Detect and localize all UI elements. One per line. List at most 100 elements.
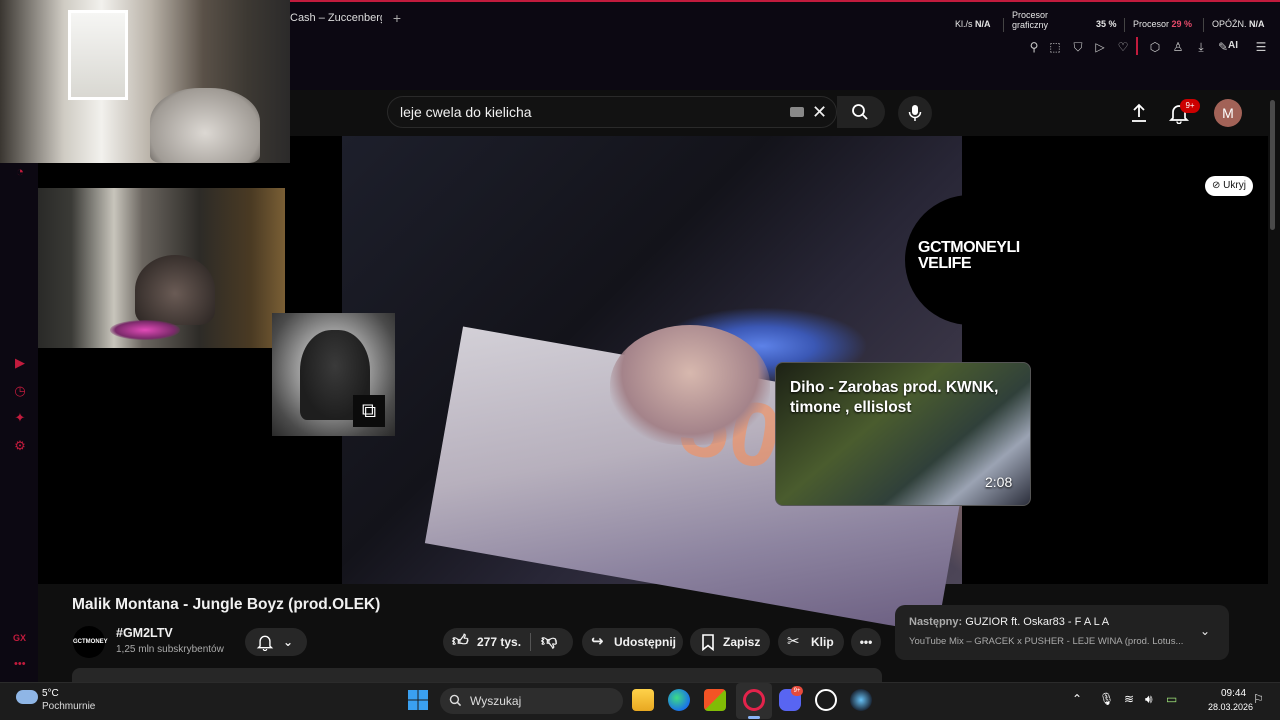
clip-button[interactable]: ✂ Klip — [778, 628, 844, 656]
like-dislike-group: 👍︎ 277 tys. 👎︎ — [443, 628, 573, 656]
upload-icon[interactable] — [1128, 102, 1150, 124]
user-icon[interactable]: ♙ — [1170, 39, 1186, 55]
pin-icon[interactable]: ⚲ — [1026, 39, 1042, 55]
store-icon[interactable] — [704, 689, 726, 711]
account-avatar[interactable]: M — [1214, 99, 1242, 127]
search-button[interactable] — [837, 96, 885, 128]
sidebar-control-icon[interactable]: ◔ — [12, 164, 28, 180]
gaming-app-icon[interactable] — [815, 689, 837, 711]
active-indicator — [748, 716, 760, 719]
stat-fps-value: N/A — [975, 19, 991, 29]
microphone-icon[interactable]: 🎙︎ — [1099, 692, 1114, 706]
search-icon — [449, 694, 462, 707]
endcard-title[interactable]: Diho - Zarobas prod. KWNK, timone , elli… — [790, 378, 1020, 418]
stat-cpu: Procesor 29 % — [1133, 19, 1192, 29]
search-icon — [852, 104, 868, 120]
description-box[interactable] — [72, 668, 882, 682]
up-next-title: GUZIOR ft. Oskar83 - F A L A — [965, 616, 1110, 628]
clear-icon[interactable]: ✕ — [812, 102, 827, 123]
channel-watermark-text: GCTMONEYLIVELIFE — [918, 240, 1023, 272]
bell-icon — [256, 635, 274, 651]
like-icon[interactable]: 👍︎ — [452, 628, 469, 656]
clock-date[interactable]: 28.03.2026 — [1208, 702, 1253, 712]
popout-icon[interactable]: ⧉ — [353, 395, 385, 427]
wifi-icon[interactable]: ≋ — [1124, 692, 1134, 706]
voice-search-button[interactable] — [898, 96, 932, 130]
sidebar-history-icon[interactable]: ◷ — [12, 383, 28, 399]
stat-cpu-value: 29 % — [1171, 19, 1193, 29]
webcam-room-window — [68, 10, 128, 100]
heart-icon[interactable]: ♡ — [1115, 39, 1131, 55]
scrollbar-thumb[interactable] — [1270, 100, 1275, 230]
subscription-bell-button[interactable]: ⌄ — [245, 628, 307, 656]
more-actions-button[interactable]: ••• — [851, 628, 881, 656]
browser-tab[interactable]: Cash – Zuccenberg — [290, 12, 382, 24]
subscriber-count: 1,25 mln subskrybentów — [116, 644, 224, 655]
snapshot-icon[interactable]: ⬚ — [1047, 39, 1063, 55]
notification-center-icon[interactable]: ⚐ — [1253, 692, 1264, 706]
play-icon[interactable]: ▷ — [1092, 39, 1108, 55]
clock-time[interactable]: 09:44 — [1221, 688, 1246, 699]
sidebar-gx-label[interactable]: GX — [13, 633, 26, 643]
share-label: Udostępnij — [614, 635, 676, 649]
new-tab-button[interactable]: + — [390, 10, 404, 26]
stat-latency-label: OPÓŹN. — [1212, 19, 1247, 29]
cloud-icon[interactable] — [16, 690, 38, 704]
up-next-prefix: Następny: — [909, 616, 963, 628]
taskbar-search-label[interactable]: Wyszukaj — [470, 694, 521, 708]
ai-label[interactable]: AI — [1228, 40, 1238, 51]
sidebar-extensions-icon[interactable]: ✦ — [12, 410, 28, 426]
steam-icon[interactable] — [850, 689, 872, 711]
stat-separator — [1203, 18, 1204, 32]
stat-fps: Kl./s N/A — [955, 19, 991, 29]
taskbar-search[interactable] — [440, 688, 623, 714]
hide-label: Ukryj — [1223, 180, 1246, 191]
up-next-line[interactable]: Następny: GUZIOR ft. Oskar83 - F A L A — [909, 616, 1109, 628]
discord-badge: 9+ — [791, 686, 803, 696]
like-divider — [530, 633, 531, 651]
sidebar-more[interactable]: ••• — [14, 658, 26, 670]
up-next-panel[interactable] — [895, 605, 1229, 660]
save-button[interactable]: Zapisz — [690, 628, 770, 656]
stat-cpu-label: Procesor — [1133, 19, 1170, 29]
stat-gpu-number: 35 % — [1096, 19, 1117, 29]
stat-gpu-label: Procesor graficzny — [1012, 10, 1049, 30]
share-button[interactable]: ↪ Udostępnij — [582, 628, 683, 656]
windows-start-icon[interactable] — [407, 689, 429, 711]
volume-icon[interactable]: 🔊︎ — [1145, 692, 1153, 707]
sidebar-settings-icon[interactable]: ⚙ — [12, 438, 28, 454]
like-count[interactable]: 277 tys. — [477, 628, 521, 656]
menu-icon[interactable]: ☰ — [1253, 39, 1269, 55]
webcam-streamer-mouse — [110, 320, 180, 340]
channel-watermark-label: GCTMONEYLIVELIFE — [918, 239, 1020, 272]
keyboard-icon[interactable] — [790, 107, 804, 117]
stat-latency: OPÓŹN. N/A — [1212, 19, 1265, 29]
channel-name[interactable]: #GM2LTV — [116, 626, 173, 640]
dislike-icon[interactable]: 👎︎ — [541, 628, 557, 656]
chevron-down-icon[interactable]: ⌄ — [1200, 624, 1210, 638]
eye-off-icon: ⊘ — [1212, 180, 1221, 191]
notification-badge: 9+ — [1180, 99, 1200, 113]
stat-separator — [1124, 18, 1125, 32]
file-explorer-icon[interactable] — [632, 689, 654, 711]
stat-gpu-value: 35 % — [1096, 19, 1117, 29]
up-next-subtitle: YouTube Mix – GRACEK x PUSHER - LEJE WIN… — [909, 636, 1184, 647]
channel-avatar[interactable]: GCTMONEY — [73, 626, 108, 658]
sidebar-player-icon[interactable]: ▶ — [12, 355, 28, 371]
video-title: Malik Montana - Jungle Boyz (prod.OLEK) — [72, 596, 381, 613]
stat-fps-label: Kl./s — [955, 19, 973, 29]
edge-icon[interactable] — [668, 689, 690, 711]
hide-overlay-button[interactable]: ⊘ Ukryj — [1205, 176, 1253, 196]
weather-description[interactable]: Pochmurnie — [42, 701, 95, 712]
opera-gx-icon[interactable] — [743, 689, 765, 711]
weather-temperature[interactable]: 5°C — [42, 688, 59, 699]
shield-icon[interactable]: ⛉ — [1070, 39, 1086, 55]
webcam-room-person — [150, 88, 260, 163]
download-icon[interactable]: ⤓ — [1193, 39, 1209, 55]
search-query[interactable]: leje cwela do kielicha — [400, 104, 532, 120]
cube-icon[interactable]: ⬡ — [1147, 39, 1163, 55]
stat-separator — [1003, 18, 1004, 32]
battery-icon[interactable]: ▭ — [1166, 692, 1177, 706]
tray-chevron-up-icon[interactable]: ⌃ — [1072, 692, 1082, 706]
scissors-icon: ✂ — [787, 633, 800, 650]
